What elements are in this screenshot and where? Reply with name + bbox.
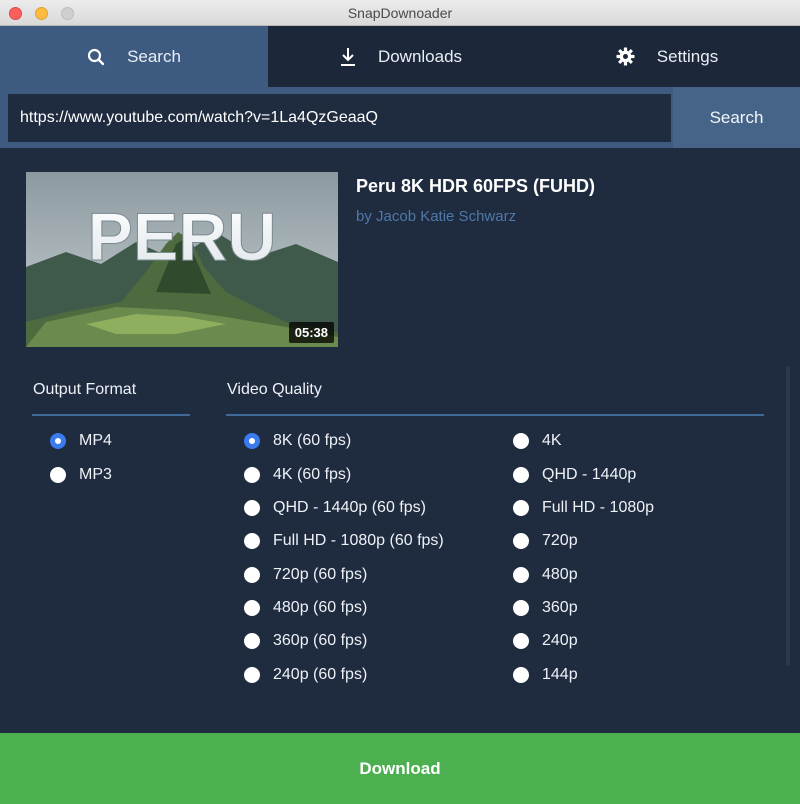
radio-button[interactable] (50, 467, 66, 483)
video-quality-heading: Video Quality (227, 381, 322, 398)
option-label: 4K (542, 432, 562, 449)
format-option-mp3[interactable]: MP3 (50, 464, 112, 486)
tab-settings[interactable]: Settings (534, 26, 800, 87)
tab-search-label: Search (127, 46, 181, 66)
quality-option[interactable]: QHD - 1440p (60 fps) (244, 497, 426, 519)
download-icon (340, 47, 356, 67)
option-label: 720p (60 fps) (273, 566, 368, 583)
tab-search[interactable]: Search (0, 26, 268, 87)
radio-button[interactable] (513, 567, 529, 583)
quality-option[interactable]: 720p (513, 530, 578, 552)
tab-downloads-label: Downloads (377, 46, 463, 66)
radio-button[interactable] (513, 433, 529, 449)
option-label: 4K (60 fps) (273, 466, 352, 483)
quality-option[interactable]: 8K (60 fps) (244, 430, 351, 452)
title-bar: SnapDownoader (0, 0, 800, 26)
window-title: SnapDownoader (347, 5, 453, 21)
option-label: MP3 (79, 466, 112, 483)
radio-button[interactable] (244, 567, 260, 583)
duration-badge: 05:38 (288, 322, 334, 343)
option-label: QHD - 1440p (60 fps) (273, 499, 426, 516)
option-label: 720p (542, 532, 578, 549)
option-label: QHD - 1440p (542, 466, 637, 483)
quality-option[interactable]: Full HD - 1080p (513, 497, 654, 519)
quality-option[interactable]: QHD - 1440p (513, 464, 636, 486)
quality-option[interactable]: 360p (60 fps) (244, 630, 367, 652)
gear-icon (616, 47, 635, 66)
radio-button[interactable] (244, 600, 260, 616)
quality-option[interactable]: 4K (513, 430, 562, 452)
radio-button[interactable] (50, 433, 66, 449)
video-title: Peru 8K HDR 60FPS (FUHD) (356, 176, 596, 196)
option-label: 240p (542, 632, 578, 649)
radio-button[interactable] (513, 633, 529, 649)
url-input[interactable] (8, 94, 671, 142)
option-label: 480p (542, 566, 578, 583)
output-format-heading: Output Format (33, 381, 137, 398)
option-label: 144p (542, 666, 578, 683)
quality-option[interactable]: Full HD - 1080p (60 fps) (244, 530, 444, 552)
tab-settings-label: Settings (656, 46, 719, 66)
radio-button[interactable] (244, 533, 260, 549)
scrollbar[interactable] (786, 366, 790, 666)
option-label: 360p (60 fps) (273, 632, 368, 649)
quality-option[interactable]: 720p (60 fps) (244, 564, 367, 586)
option-label: 360p (542, 599, 578, 616)
radio-button[interactable] (244, 667, 260, 683)
search-icon (87, 48, 105, 66)
radio-button[interactable] (244, 500, 260, 516)
quality-option[interactable]: 4K (60 fps) (244, 464, 351, 486)
quality-option[interactable]: 240p (60 fps) (244, 664, 367, 686)
search-button[interactable]: Search (673, 87, 800, 148)
format-option-mp4[interactable]: MP4 (50, 430, 112, 452)
quality-option[interactable]: 480p (60 fps) (244, 597, 367, 619)
download-button[interactable]: Download (0, 733, 800, 804)
option-label: 480p (60 fps) (273, 599, 368, 616)
radio-button[interactable] (244, 433, 260, 449)
quality-option[interactable]: 144p (513, 664, 578, 686)
quality-option[interactable]: 240p (513, 630, 578, 652)
radio-button[interactable] (244, 633, 260, 649)
tab-downloads[interactable]: Downloads (268, 26, 534, 87)
app-window: SnapDownoader Search Downloads Settings … (0, 0, 800, 804)
radio-button[interactable] (513, 600, 529, 616)
url-bar: Search (0, 87, 800, 148)
output-format-divider (32, 414, 190, 416)
radio-button[interactable] (513, 533, 529, 549)
radio-button[interactable] (244, 467, 260, 483)
option-label: Full HD - 1080p (542, 499, 655, 516)
option-label: Full HD - 1080p (60 fps) (273, 532, 444, 549)
option-label: 240p (60 fps) (273, 666, 368, 683)
quality-option[interactable]: 360p (513, 597, 578, 619)
radio-button[interactable] (513, 500, 529, 516)
video-author-link[interactable]: by Jacob Katie Schwarz (356, 208, 516, 225)
thumbnail-logo-text: PERU (88, 199, 277, 275)
option-label: MP4 (79, 432, 112, 449)
radio-button[interactable] (513, 467, 529, 483)
video-quality-divider (226, 414, 764, 416)
tab-bar: Search Downloads Settings (0, 26, 800, 87)
quality-option[interactable]: 480p (513, 564, 578, 586)
option-label: 8K (60 fps) (273, 432, 352, 449)
video-thumbnail: PERU 05:38 (26, 172, 338, 347)
radio-button[interactable] (513, 667, 529, 683)
